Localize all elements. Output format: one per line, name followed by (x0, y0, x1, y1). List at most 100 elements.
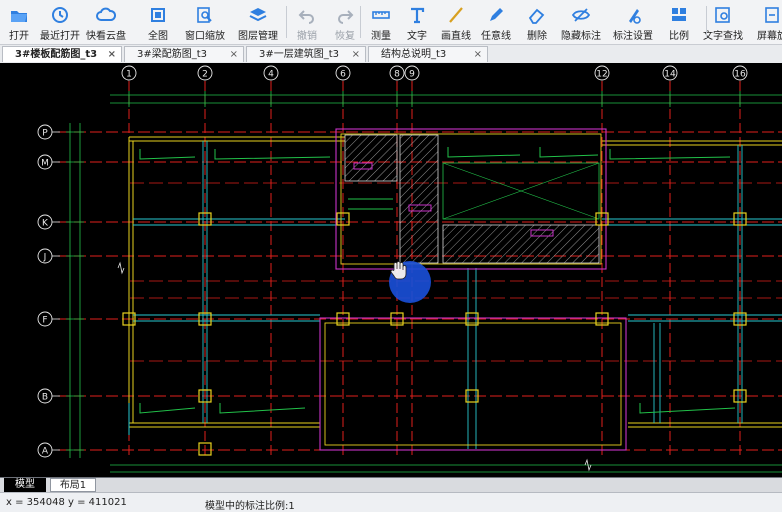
annotation-scale-text: 模型中的标注比例:1 (205, 501, 295, 512)
close-icon[interactable]: × (352, 47, 360, 62)
toolbar-button-label: 任意线 (481, 31, 511, 42)
toolbar-button-label: 文字查找 (703, 31, 743, 42)
axis-label-column: 9 (409, 70, 415, 80)
axis-label-row: A (42, 447, 49, 457)
toolbar-button-label: 恢复 (335, 31, 355, 42)
cursor-coordinates: x = 354048 y = 411021 (6, 497, 127, 508)
close-icon[interactable]: × (108, 47, 116, 62)
tab-label: 结构总说明_t3 (381, 49, 447, 60)
toolbar-button-measure[interactable]: 测量 (364, 2, 398, 42)
rebar-annotation (447, 147, 521, 158)
axis-label-column: 12 (596, 70, 607, 80)
toolbar-button-label: 屏幕旋 (757, 31, 782, 42)
hatched-slab (442, 224, 600, 264)
redo-icon (338, 10, 354, 24)
tab-layout-1[interactable]: 布局1 (50, 478, 96, 492)
toolbar-button-label: 测量 (371, 31, 391, 42)
measure-icon (372, 11, 390, 19)
tab-label: 3#楼板配筋图_t3 (15, 49, 98, 60)
rebar-annotation (139, 149, 196, 160)
cloud-drive-icon (96, 7, 116, 21)
axis-label-column: 1 (126, 70, 132, 80)
toolbar-button-annotation-settings[interactable]: 标注设置 (610, 2, 656, 42)
annotation-settings-icon (629, 9, 641, 24)
break-mark (117, 261, 125, 275)
rebar-annotation (219, 403, 306, 414)
eraser-icon (528, 8, 545, 24)
tab-slab-reinforcement[interactable]: 3#楼板配筋图_t3 × (2, 46, 122, 62)
rebar-annotation (214, 149, 331, 160)
rebar-annotation (539, 147, 599, 158)
toolbar-button-label: 最近打开 (40, 31, 80, 42)
close-icon[interactable]: × (230, 47, 238, 62)
document-tab-bar: 3#楼板配筋图_t3 × 3#梁配筋图_t3 × 3#一层建筑图_t3 × 结构… (0, 45, 782, 64)
tab-first-floor-architecture[interactable]: 3#一层建筑图_t3 × (246, 46, 366, 62)
axis-label-column: 16 (734, 70, 746, 80)
axis-label-row: F (42, 316, 47, 326)
toolbar-button-full-view[interactable]: 全图 (138, 2, 178, 42)
toolbar-button-screen-rotate[interactable]: 屏幕旋 (752, 2, 782, 42)
layers-icon (249, 8, 267, 22)
toolbar-button-label: 快看云盘 (86, 31, 126, 42)
stair-core-inner (324, 322, 622, 446)
toolbar-button-label: 打开 (9, 31, 29, 42)
hand-cursor-icon (390, 261, 407, 280)
tab-model[interactable]: 模型 (4, 478, 46, 492)
hatched-slab (344, 134, 398, 182)
toolbar-button-window-zoom[interactable]: 窗口缩放 (182, 2, 228, 42)
toolbar-button-redo[interactable]: 恢复 (328, 2, 362, 42)
axis-label-column: 6 (340, 70, 346, 80)
toolbar-button-freehand-pen[interactable]: 任意线 (476, 2, 516, 42)
toolbar-button-cloud-drive[interactable]: 快看云盘 (82, 2, 130, 42)
status-bar: x = 354048 y = 411021 模型中的标注比例:1 (0, 492, 782, 512)
line-tool-icon (449, 7, 463, 23)
toolbar-button-label: 撤销 (297, 31, 317, 42)
toolbar-button-folder-open[interactable]: 打开 (4, 2, 34, 42)
text-search-icon (715, 7, 730, 23)
toolbar-separator (360, 6, 361, 38)
toolbar-button-undo[interactable]: 撤销 (290, 2, 324, 42)
axis-label-row: P (42, 129, 48, 139)
stair-core-outline (319, 317, 627, 451)
toolbar-button-scale-ratio[interactable]: 比例 (662, 2, 696, 42)
toolbar-button-text-tool[interactable]: 文字 (400, 2, 434, 42)
freehand-pen-icon (490, 8, 503, 21)
close-icon[interactable]: × (474, 47, 482, 62)
tab-label: 3#一层建筑图_t3 (259, 49, 340, 60)
axis-label-row: B (42, 393, 48, 403)
axis-label-column: 2 (202, 70, 208, 80)
toolbar-button-label: 画直线 (441, 31, 471, 42)
rebar-annotation (139, 403, 196, 414)
toolbar-button-line-tool[interactable]: 画直线 (436, 2, 476, 42)
drawing-canvas[interactable]: 1 2 4 6 8 9 12 14 16 P M K J F B A (0, 63, 782, 477)
toolbar-button-label: 全图 (148, 31, 168, 42)
toolbar-button-label: 删除 (527, 31, 547, 42)
toolbar-button-eraser[interactable]: 删除 (518, 2, 556, 42)
toolbar-button-layers[interactable]: 图层管理 (234, 2, 282, 42)
toolbar-button-label: 图层管理 (238, 31, 278, 42)
screen-rotate-icon (765, 7, 779, 23)
axis-label-row: K (42, 219, 49, 229)
axis-label-row: M (41, 159, 49, 169)
toolbar-button-hide-eye[interactable]: 隐藏标注 (558, 2, 604, 42)
window-zoom-icon (197, 7, 212, 23)
toolbar-button-label: 隐藏标注 (561, 31, 601, 42)
undo-icon (298, 10, 314, 24)
axis-label-column: 4 (268, 70, 274, 80)
recent-clock-icon (52, 7, 68, 23)
layout-tab-bar: 模型 布局1 (0, 477, 782, 493)
axis-label-column: 8 (394, 70, 400, 80)
tab-structural-notes[interactable]: 结构总说明_t3 × (368, 46, 488, 62)
tab-label: 3#梁配筋图_t3 (137, 49, 208, 60)
toolbar-button-label: 比例 (669, 31, 689, 42)
axis-label-row: J (43, 253, 47, 263)
toolbar-button-label: 标注设置 (613, 31, 653, 42)
toolbar-button-label: 文字 (407, 31, 427, 42)
text-tool-icon (411, 7, 425, 24)
toolbar-separator (286, 6, 287, 38)
main-toolbar: 打开 最近打开 快看云盘 全图 窗口缩放 图层管理 撤销 恢复 测量 文字 画直线 任意线 删除 隐藏标注… (0, 0, 782, 45)
folder-open-icon (11, 11, 27, 22)
tab-beam-reinforcement[interactable]: 3#梁配筋图_t3 × (124, 46, 244, 62)
full-view-icon (151, 8, 165, 22)
toolbar-button-recent-clock[interactable]: 最近打开 (40, 2, 80, 42)
